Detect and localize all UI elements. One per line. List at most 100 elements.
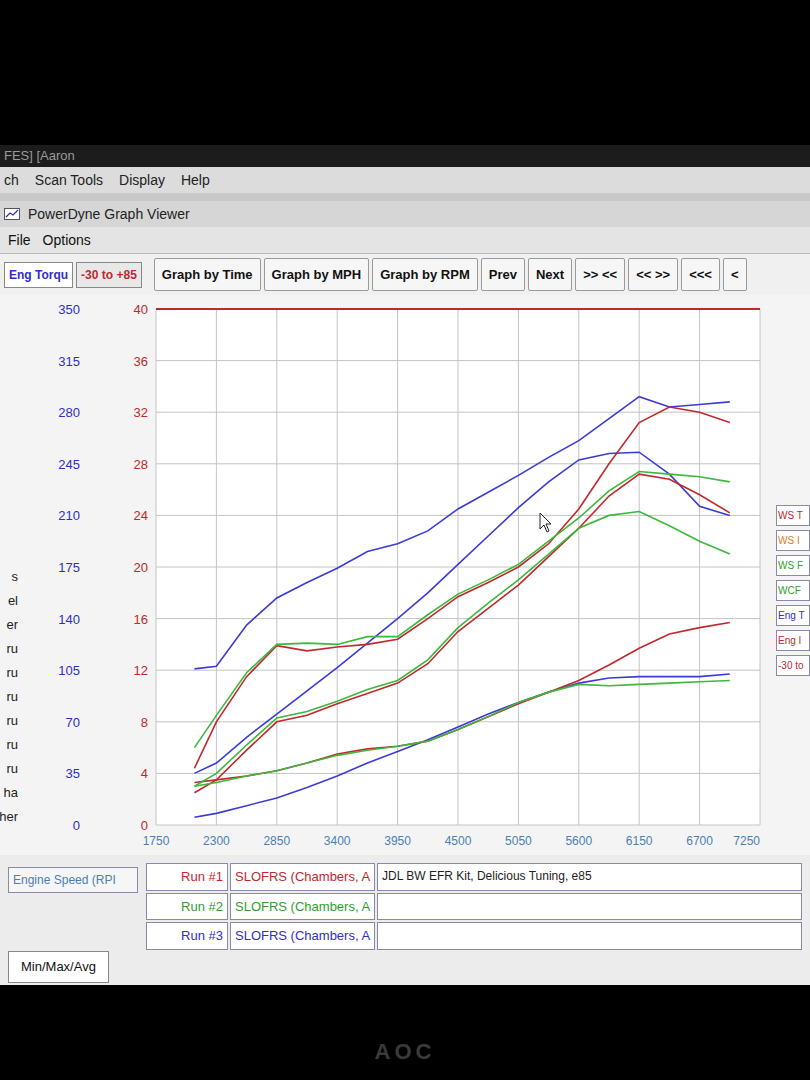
x-tick: 5050 — [505, 834, 532, 848]
dyno-chart: 3503152802452101751401057035040363228242… — [18, 295, 776, 855]
x-tick: 2300 — [203, 834, 230, 848]
run-name[interactable]: SLOFRS (Chambers, A — [230, 893, 375, 921]
side-label: er — [6, 613, 18, 637]
menu-item[interactable]: Help — [181, 170, 210, 191]
min-max-avg-tab[interactable]: Min/Max/Avg — [8, 951, 109, 983]
toolbar-button[interactable]: Graph by RPM — [372, 258, 478, 292]
legend-item[interactable]: Eng T — [776, 605, 810, 626]
mouse-cursor-icon — [540, 513, 551, 532]
legend-item[interactable]: WS T — [776, 505, 810, 526]
run-list: Run #1SLOFRS (Chambers, AJDL BW EFR Kit,… — [146, 863, 802, 951]
right-tick: 8 — [141, 715, 148, 730]
side-label: ru — [6, 709, 18, 733]
toolbar-button[interactable]: >> << — [575, 258, 625, 292]
legend-item[interactable]: WCF — [776, 580, 810, 601]
side-label: ru — [6, 661, 18, 685]
left-tick: 105 — [58, 663, 80, 678]
left-tick: 245 — [58, 457, 80, 472]
screen-photo: FES] [Aaron ch Scan Tools Display Help PowerD… — [0, 0, 810, 1080]
run-note — [377, 922, 802, 950]
toolbar-button[interactable]: Prev — [481, 258, 525, 292]
graph-viewer-window: PowerDyne Graph Viewer File Options Eng Tor… — [0, 201, 810, 985]
menu-bar: ch Scan Tools Display Help — [0, 167, 810, 193]
graph-app-icon — [4, 208, 20, 220]
menu-item[interactable]: File — [8, 230, 31, 251]
right-tick: 0 — [141, 818, 148, 833]
grid-line — [156, 825, 760, 826]
menu-gap — [0, 193, 810, 201]
legend-item[interactable]: WS I — [776, 530, 810, 551]
run-label[interactable]: Run #3 — [146, 922, 228, 950]
left-tick: 280 — [58, 405, 80, 420]
x-tick: 4500 — [445, 834, 472, 848]
window-menu: File Options — [0, 227, 810, 253]
legend-item[interactable]: -30 to — [776, 655, 810, 676]
series-line — [194, 512, 729, 787]
menu-item[interactable]: Options — [43, 230, 91, 251]
toolbar-button[interactable]: Graph by Time — [154, 258, 261, 292]
menu-item[interactable]: ch — [4, 170, 19, 191]
side-label: her — [0, 805, 18, 829]
grid-line — [156, 670, 760, 671]
right-tick: 24 — [134, 508, 148, 523]
app-title-strip: FES] [Aaron — [0, 145, 810, 167]
series-line — [194, 474, 729, 793]
side-label-strip: selerrurururururuhaher — [0, 295, 18, 855]
bezel-top — [0, 0, 810, 145]
right-tick: 28 — [134, 457, 148, 472]
plot-top-border — [156, 308, 760, 310]
axis-tab[interactable]: -30 to +85 — [76, 262, 142, 288]
side-label: ru — [6, 685, 18, 709]
x-tick: 7250 — [733, 834, 760, 848]
x-tick: 3950 — [384, 834, 411, 848]
right-tick: 12 — [134, 663, 148, 678]
right-tick: 20 — [134, 560, 148, 575]
run-row: Run #3SLOFRS (Chambers, A — [146, 922, 802, 950]
left-tick: 210 — [58, 508, 80, 523]
side-label: el — [8, 589, 18, 613]
x-tick: 6700 — [686, 834, 713, 848]
left-tick: 0 — [73, 818, 80, 833]
run-name[interactable]: SLOFRS (Chambers, A — [230, 922, 375, 950]
chart-row: selerrurururururuhaher350315280245210175… — [0, 295, 810, 855]
side-label: s — [12, 565, 19, 589]
run-label[interactable]: Run #2 — [146, 893, 228, 921]
series-line — [194, 674, 729, 817]
toolbar-button[interactable]: Next — [528, 258, 572, 292]
run-note — [377, 893, 802, 921]
series-line — [194, 472, 729, 748]
grid-line — [156, 412, 760, 413]
axis-tab[interactable]: Eng Torqu — [4, 262, 73, 288]
toolbar-button[interactable]: < — [723, 258, 747, 292]
toolbar-button[interactable]: << >> — [628, 258, 678, 292]
legend-item[interactable]: Eng I — [776, 630, 810, 651]
run-legend: Engine Speed (RPIRun #1SLOFRS (Chambers,… — [0, 855, 810, 951]
toolbar-button[interactable]: Graph by MPH — [264, 258, 370, 292]
grid-line — [156, 773, 760, 774]
left-tick: 35 — [66, 766, 80, 781]
run-label[interactable]: Run #1 — [146, 863, 228, 891]
monitor-brand: AOC — [375, 1035, 436, 1068]
window-title: PowerDyne Graph Viewer — [28, 204, 190, 225]
x-tick: 2850 — [263, 834, 290, 848]
grid-line — [156, 463, 760, 464]
run-row: Run #2SLOFRS (Chambers, A — [146, 893, 802, 921]
right-tick: 40 — [134, 302, 148, 317]
left-tick: 140 — [58, 612, 80, 627]
left-tick: 350 — [58, 302, 80, 317]
run-note: JDL BW EFR Kit, Delicious Tuning, e85 — [377, 863, 802, 891]
side-label: ru — [6, 733, 18, 757]
x-tick: 6150 — [626, 834, 653, 848]
grid-line — [156, 618, 760, 619]
menu-item[interactable]: Scan Tools — [35, 170, 103, 191]
toolbar-button[interactable]: <<< — [681, 258, 720, 292]
menu-item[interactable]: Display — [119, 170, 165, 191]
side-label: ru — [6, 757, 18, 781]
right-tick: 32 — [134, 405, 148, 420]
run-name[interactable]: SLOFRS (Chambers, A — [230, 863, 375, 891]
plot-area — [156, 309, 760, 825]
legend-item[interactable]: WS F — [776, 555, 810, 576]
grid-line — [156, 515, 760, 516]
footer-bar: Min/Max/Avg — [0, 951, 810, 985]
x-tick: 3400 — [324, 834, 351, 848]
